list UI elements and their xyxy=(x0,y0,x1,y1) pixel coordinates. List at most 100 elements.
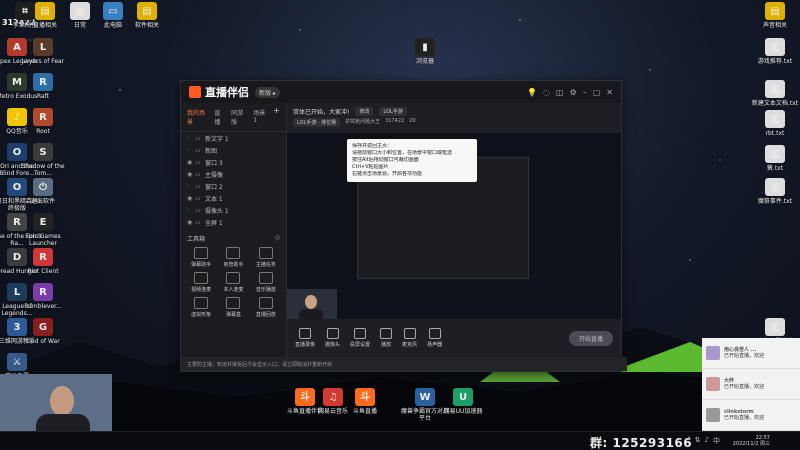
source-item[interactable]: ◉ ▭ 全屏 1 xyxy=(181,216,286,228)
volume-icon[interactable]: ♪ xyxy=(705,436,709,446)
control-button[interactable]: 摄像头 xyxy=(325,328,340,348)
desktop-icon-bottom-4[interactable]: U 网易UU加速器 xyxy=(438,388,488,415)
desktop-icon-bottom-2[interactable]: 斗斗鱼直播 xyxy=(340,388,390,415)
category-selector[interactable]: LOL手游 xyxy=(379,107,407,116)
ime-icon[interactable]: 中 xyxy=(713,436,720,446)
source-item[interactable]: · ▭ 摄像头 1 xyxy=(181,204,286,216)
chat-panel: 用心良苦人 ... 已开始直播，欢迎 大杯 已开始直播，欢迎 clinkstorm 已开始… xyxy=(702,338,800,434)
tool-icon xyxy=(194,247,209,259)
desktop-icon-left-12[interactable]: E Epic Games Launcher xyxy=(18,213,68,247)
desktop-icon-bottom-3-icon: W xyxy=(415,388,435,406)
settings-icon[interactable]: ⚙ xyxy=(570,88,577,97)
stream-preview[interactable]: 保存并返回主页： 请拖动窗口大小和位置，在场景中窗口或框选 按住Alt后拖动窗口… xyxy=(287,133,621,319)
toolbox-item[interactable]: 主播任务 xyxy=(250,247,282,268)
source-type-icon: ▭ xyxy=(195,158,201,166)
desktop-icon-top-3[interactable]: ▤ 软件相关 xyxy=(122,2,172,29)
toolbox-item[interactable]: 弹幕助手 xyxy=(185,247,217,268)
gift-icon[interactable]: ◫ xyxy=(556,88,564,97)
desktop-icon-left-8[interactable]: S Shadow of the Tom... xyxy=(18,143,68,177)
toolbox-item[interactable]: 视频连麦 xyxy=(185,272,217,293)
tool-icon xyxy=(226,247,241,259)
eye-off-icon[interactable]: · xyxy=(187,183,195,190)
room-info: 双体已开始，大家冲! 修改 LOL手游 LOL手游 · 排位赛 护驾枪问题大王 … xyxy=(287,103,621,133)
chat-icon[interactable]: ◌ xyxy=(543,88,550,97)
tool-icon xyxy=(258,272,273,284)
toolbox-item[interactable]: 虚拟形象 xyxy=(185,297,217,318)
version-badge[interactable]: 新版 ▸ xyxy=(255,86,280,98)
source-label: 全屏 1 xyxy=(205,219,223,227)
control-button[interactable]: 麦克风 xyxy=(402,328,417,348)
eye-icon[interactable]: ◉ xyxy=(187,195,195,202)
help-tooltip: 保存并返回主页： 请拖动窗口大小和位置，在场景中窗口或框选 按住Alt后拖动窗口… xyxy=(347,139,477,182)
avatar xyxy=(706,408,720,422)
center-desktop-icon[interactable]: ▮ 浏览器 xyxy=(400,38,450,65)
room-title[interactable]: 双体已开始，大家冲! xyxy=(293,107,349,116)
desktop-icon-right-1[interactable]: ▥ 游戏推荐.txt xyxy=(750,38,800,65)
eye-off-icon[interactable]: · xyxy=(187,207,195,214)
desktop-icon-left-18-icon: G xyxy=(33,318,53,336)
desktop-icon-right-2[interactable]: ▥ 新建文本文档.txt xyxy=(750,80,800,107)
desktop-icon-bottom-4-icon: U xyxy=(453,388,473,406)
desktop-icon-left-6[interactable]: R Root xyxy=(18,108,68,135)
source-item[interactable]: ◉ ▭ 主摄像 xyxy=(181,168,286,180)
eye-icon[interactable]: ◉ xyxy=(187,219,195,226)
toolbox-item[interactable]: 音乐播放 xyxy=(250,272,282,293)
desktop-icon-right-5[interactable]: ▥ 魔祭事件.txt xyxy=(750,178,800,205)
desktop-icon-left-18[interactable]: G God of War xyxy=(18,318,68,345)
control-button[interactable]: 直播录像 xyxy=(295,328,315,348)
scene-panel: 我的场景 直播 同游版 场景1 + · ▭ 新文字 1 · ▭ 新图 ◉ ▭ 窗口 3 ◉ ▭ 主摄像… xyxy=(181,103,287,371)
source-item[interactable]: ◉ ▭ 窗口 3 xyxy=(181,156,286,168)
tab-scene1[interactable]: 场景1 xyxy=(253,108,267,126)
tab-tongyou[interactable]: 同游版 xyxy=(231,108,247,126)
desktop-icon-left-12-icon: E xyxy=(33,213,53,231)
toolbox-item[interactable]: 直播回放 xyxy=(250,297,282,318)
eye-off-icon[interactable]: · xyxy=(187,147,195,154)
app-titlebar[interactable]: 直播伴侣 新版 ▸ 💡 ◌ ◫ ⚙ – ▢ ✕ xyxy=(181,81,621,103)
desktop-icon-right-0[interactable]: ▤ 声音相关 xyxy=(750,2,800,29)
minimize-icon[interactable]: – xyxy=(583,88,587,97)
edit-title-button[interactable]: 修改 xyxy=(355,107,374,116)
toolbox-item[interactable]: 房管助手 xyxy=(217,247,249,268)
maximize-icon[interactable]: ▢ xyxy=(593,88,601,97)
eye-icon[interactable]: ◉ xyxy=(187,171,195,178)
desktop-icon-left-16[interactable]: R Rumblever... xyxy=(18,283,68,310)
toolbox-item[interactable]: 本人连麦 xyxy=(217,272,249,293)
bulb-icon[interactable]: 💡 xyxy=(527,88,537,97)
source-label: 主摄像 xyxy=(205,171,224,179)
desktop-icon-left-8-icon: S xyxy=(33,143,53,161)
tab-my-scene[interactable]: 我的场景 xyxy=(187,108,208,126)
streaming-app-window[interactable]: 直播伴侣 新版 ▸ 💡 ◌ ◫ ⚙ – ▢ ✕ 我的场景 直播 同游版 场景1 … xyxy=(180,80,627,372)
chevron-up-icon[interactable]: ˄ xyxy=(687,436,691,446)
toolbox-item[interactable]: 弹幕盒 xyxy=(217,297,249,318)
clock[interactable]: 22:57 2022/11/2 周三 xyxy=(733,435,770,447)
desktop-icon-left-10[interactable]: ⏻ 退出软件 xyxy=(18,178,68,205)
control-icon xyxy=(380,328,393,339)
desktop-icon-left-6-icon: R xyxy=(33,108,53,126)
tab-live[interactable]: 直播 xyxy=(214,108,225,126)
desktop-icon-right-4[interactable]: ▥ 簧.txt xyxy=(750,145,800,172)
control-icon xyxy=(428,328,441,339)
tool-icon xyxy=(258,247,273,259)
tool-icon xyxy=(226,297,241,309)
desktop-icon-right-3[interactable]: ▥ rbt.txt xyxy=(750,110,800,137)
control-button[interactable]: 播放 xyxy=(380,328,393,348)
toolbox-settings-icon[interactable]: ◎ xyxy=(275,234,280,243)
eye-icon[interactable]: ◉ xyxy=(187,159,195,166)
source-type-icon: ▭ xyxy=(195,146,201,154)
source-item[interactable]: · ▭ 新图 xyxy=(181,144,286,156)
control-button[interactable]: 扬声器 xyxy=(427,328,442,348)
source-item[interactable]: · ▭ 窗口 2 xyxy=(181,180,286,192)
notice-bar: 主要防主播，知道并接受后才会显示入口，请立即取消并重新开启 xyxy=(181,357,627,371)
avatar xyxy=(706,346,720,360)
network-icon[interactable]: ⇅ xyxy=(695,436,701,446)
control-button[interactable]: 投屏设置 xyxy=(350,328,370,348)
desktop-icon-left-2[interactable]: L Layers of Fear xyxy=(18,38,68,65)
eye-off-icon[interactable]: · xyxy=(187,135,195,142)
source-item[interactable]: · ▭ 新文字 1 xyxy=(181,132,286,144)
start-live-button[interactable]: 开始直播 xyxy=(568,330,613,346)
desktop-icon-left-14[interactable]: R Riot Client xyxy=(18,248,68,275)
add-scene-button[interactable]: + xyxy=(273,107,280,126)
source-item[interactable]: ◉ ▭ 文本 1 xyxy=(181,192,286,204)
desktop-icon-left-4[interactable]: R Raft xyxy=(18,73,68,100)
close-icon[interactable]: ✕ xyxy=(606,88,613,97)
